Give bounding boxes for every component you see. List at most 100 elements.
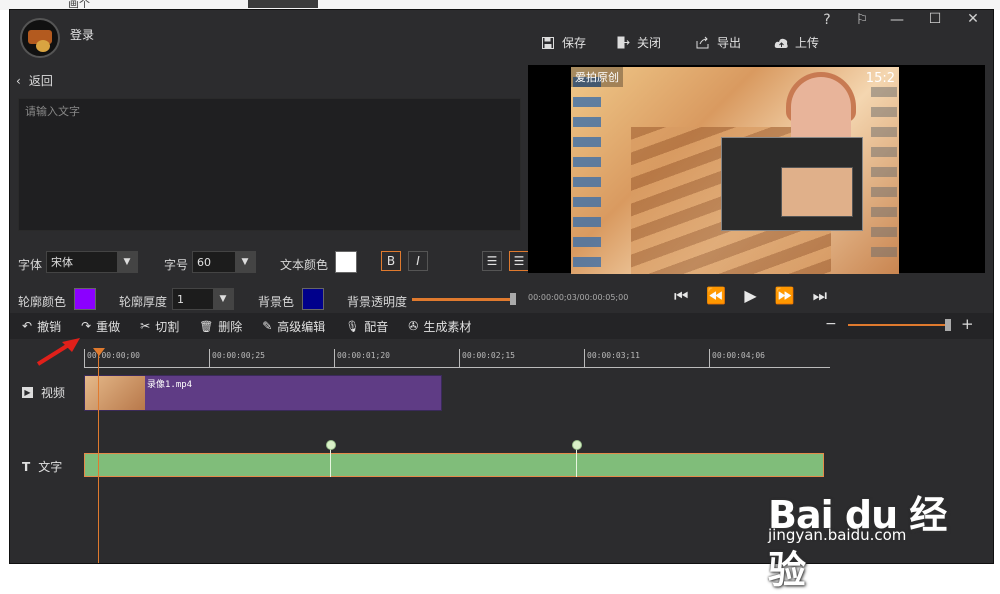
font-select[interactable]: 宋体 ▼ xyxy=(46,251,138,273)
video-frame: 爱拍原创 15:2 xyxy=(571,67,899,274)
align-left-button[interactable]: ☰ xyxy=(482,251,502,271)
close-exit-icon xyxy=(615,35,631,51)
generate-material-button[interactable]: ✇ 生成素材 xyxy=(408,318,471,335)
play-square-icon: ▶ xyxy=(22,387,33,398)
save-button[interactable]: 保存 xyxy=(540,34,586,51)
ruler-tick: 00:00:04;06 xyxy=(709,349,765,367)
skip-start-icon[interactable]: ⏮ xyxy=(674,286,688,306)
redo-icon: ↷ xyxy=(81,319,92,333)
text-t-icon: T xyxy=(22,459,31,474)
advanced-edit-button[interactable]: ✎ 高级编辑 xyxy=(262,318,325,335)
outline-thickness-select[interactable]: 1 ▼ xyxy=(172,288,234,310)
close-window-icon[interactable]: ✕ xyxy=(963,11,983,27)
close-button[interactable]: 关闭 xyxy=(615,34,661,51)
zoom-in-icon[interactable]: + xyxy=(961,315,974,333)
size-label: 字号 xyxy=(164,258,189,272)
time-ruler[interactable]: 00:00:00;00 00:00:00;25 00:00:01;20 00:0… xyxy=(84,349,830,368)
undo-button[interactable]: ↶ 撤销 xyxy=(22,318,61,335)
bg-opacity-fill xyxy=(412,298,512,301)
cut-button[interactable]: ✂ 切割 xyxy=(140,318,179,335)
step-forward-icon[interactable]: ⏩ xyxy=(775,286,795,306)
red-arrow-icon xyxy=(36,338,80,366)
chevron-down-icon: ▼ xyxy=(235,252,255,272)
font-label: 字体 xyxy=(18,258,43,272)
save-icon xyxy=(540,35,556,51)
back-button[interactable]: ‹ 返回 xyxy=(16,72,53,89)
maximize-icon[interactable]: ☐ xyxy=(925,11,945,27)
delete-button[interactable]: 🗑 删除 xyxy=(199,318,242,335)
trash-icon: 🗑 xyxy=(199,319,214,333)
bold-button[interactable]: B xyxy=(381,251,401,271)
bg-opacity-slider[interactable] xyxy=(412,298,512,301)
chevron-down-icon: ▼ xyxy=(117,252,137,272)
video-clock: 15:2 xyxy=(865,71,895,86)
zoom-slider-handle[interactable] xyxy=(945,319,951,331)
ruler-tick: 00:00:00;00 xyxy=(84,349,140,367)
text-color-swatch[interactable] xyxy=(335,251,357,273)
skin-icon[interactable]: ⚐ xyxy=(852,12,872,28)
skip-end-icon[interactable]: ⏭ xyxy=(813,286,827,306)
video-track-label: ▶ 视频 xyxy=(22,384,65,401)
background-bar xyxy=(248,0,318,8)
avatar[interactable] xyxy=(20,18,60,58)
ruler-tick: 00:00:00;25 xyxy=(209,349,265,367)
size-select[interactable]: 60 ▼ xyxy=(192,251,256,273)
baidu-watermark: Bai du 经验 jingyan.baidu.com xyxy=(768,466,958,592)
chevron-left-icon: ‹ xyxy=(16,73,21,88)
text-input[interactable]: 请输入文字 xyxy=(18,98,521,231)
upload-label: 上传 xyxy=(795,36,820,50)
scissors-icon: ✂ xyxy=(140,319,151,333)
outline-thickness-value: 1 xyxy=(177,292,184,306)
export-label: 导出 xyxy=(717,36,742,50)
keyframe-marker[interactable] xyxy=(326,440,336,450)
help-icon[interactable]: ? xyxy=(817,12,837,28)
play-icon[interactable]: ▶ xyxy=(744,286,756,306)
cut-label: 切割 xyxy=(155,319,180,334)
font-value: 宋体 xyxy=(51,256,73,269)
redo-button[interactable]: ↷ 重做 xyxy=(81,318,120,335)
timecode: 00:00:00;03/00:00:05;00 xyxy=(528,293,629,302)
clip-thumbnail xyxy=(85,376,145,410)
text-clip[interactable] xyxy=(84,453,824,477)
bg-opacity-label: 背景透明度 xyxy=(347,295,408,309)
advanced-edit-label: 高级编辑 xyxy=(277,319,326,334)
pen-icon: ✎ xyxy=(262,319,273,333)
align-center-button[interactable]: ☰ xyxy=(509,251,529,271)
dubbing-button[interactable]: 🎙 配音 xyxy=(345,318,388,335)
playhead[interactable] xyxy=(98,349,99,563)
text-edit-panel: ‹ 返回 请输入文字 字体 宋体 ▼ 字号 60 ▼ 文本颜色 B I ☰ ☰ … xyxy=(10,60,529,310)
keyframe-marker[interactable] xyxy=(572,440,582,450)
playback-controls: ⏮ ⏪ ▶ ⏩ ⏭ xyxy=(674,286,827,306)
size-value: 60 xyxy=(197,255,211,269)
generate-material-label: 生成素材 xyxy=(423,319,472,334)
back-label: 返回 xyxy=(28,74,53,88)
ruler-tick: 00:00:01;20 xyxy=(334,349,390,367)
italic-button[interactable]: I xyxy=(408,251,428,271)
redo-label: 重做 xyxy=(96,319,121,334)
bg-color-swatch[interactable] xyxy=(302,288,324,310)
close-label: 关闭 xyxy=(637,36,662,50)
login-link[interactable]: 登录 xyxy=(70,26,94,43)
outline-thickness-label: 轮廓厚度 xyxy=(119,295,168,309)
minimize-icon[interactable]: — xyxy=(887,12,907,28)
zoom-out-icon[interactable]: − xyxy=(825,316,837,332)
outline-color-swatch[interactable] xyxy=(74,288,96,310)
bg-opacity-handle[interactable] xyxy=(510,293,516,305)
video-watermark: 爱拍原创 xyxy=(571,67,623,87)
video-preview: 爱拍原创 15:2 xyxy=(528,65,985,274)
chevron-down-icon: ▼ xyxy=(213,289,233,309)
upload-cloud-icon xyxy=(773,35,789,51)
step-back-icon[interactable]: ⏪ xyxy=(706,286,726,306)
zoom-slider[interactable] xyxy=(848,324,948,326)
upload-button[interactable]: 上传 xyxy=(773,34,819,51)
video-clip[interactable]: 录像1.mp4 xyxy=(84,375,442,411)
undo-label: 撤销 xyxy=(37,319,62,334)
outline-color-label: 轮廓颜色 xyxy=(18,295,67,309)
export-icon xyxy=(695,35,711,51)
baidu-url: jingyan.baidu.com xyxy=(768,526,907,544)
save-label: 保存 xyxy=(562,36,587,50)
ruler-tick: 00:00:02;15 xyxy=(459,349,515,367)
text-track-label: T 文字 xyxy=(22,459,63,475)
playhead-handle[interactable] xyxy=(93,348,105,356)
export-button[interactable]: 导出 xyxy=(695,34,741,51)
